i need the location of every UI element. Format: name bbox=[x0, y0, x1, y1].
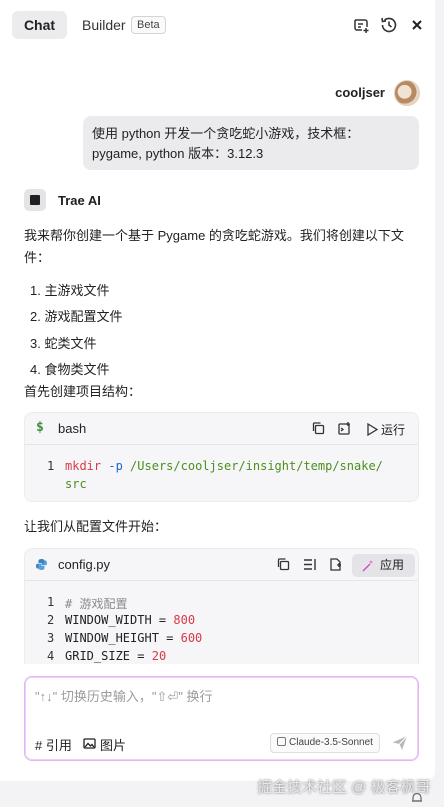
line-number: 3 bbox=[47, 631, 55, 645]
new-chat-icon[interactable] bbox=[351, 15, 371, 35]
line-number: 1 bbox=[47, 459, 55, 473]
model-selector[interactable]: Claude-3.5-Sonnet bbox=[270, 733, 380, 753]
code-token: = bbox=[151, 613, 174, 627]
list-item: 2. 游戏配置文件 bbox=[30, 309, 123, 324]
beta-badge: Beta bbox=[131, 16, 166, 34]
input-placeholder: "↑↓" 切换历史输入，"⇧⏎" 换行 bbox=[35, 689, 213, 704]
tab-builder[interactable]: Builder bbox=[82, 11, 126, 39]
apply-button[interactable]: 应用 bbox=[352, 554, 415, 577]
watermark: 掘金技术社区 @ 极客枫哥 bbox=[257, 779, 431, 796]
assistant-avatar bbox=[24, 189, 46, 211]
bash-code-block: $ bash 运行 1 mkdir -p /Users/cooljser/ins… bbox=[24, 412, 419, 502]
code-token: -p bbox=[108, 459, 123, 473]
code-token: = bbox=[130, 649, 152, 663]
magic-wand-icon bbox=[361, 558, 375, 572]
assistant-intro: 我来帮你创建一个基于 Pygame 的贪吃蛇游戏。我们将创建以下文 件： bbox=[24, 225, 419, 269]
run-button[interactable]: 运行 bbox=[381, 421, 405, 438]
history-icon[interactable] bbox=[379, 15, 399, 35]
code-token: 800 bbox=[173, 613, 196, 627]
code-line: src bbox=[65, 477, 87, 491]
code-token: WINDOW_HEIGHT bbox=[65, 631, 159, 645]
code-token: 600 bbox=[180, 631, 203, 645]
insert-terminal-icon[interactable] bbox=[337, 421, 352, 436]
list-item: 4. 食物类文件 bbox=[30, 362, 110, 377]
code-line: mkdir -p /Users/cooljser/insight/temp/sn… bbox=[65, 459, 383, 473]
code-line: WINDOW_WIDTH = 800 bbox=[65, 613, 195, 627]
insert-code-icon[interactable] bbox=[302, 557, 317, 572]
code-comment: # 游戏配置 bbox=[65, 597, 128, 611]
step-text: 首先创建项目结构： bbox=[24, 384, 142, 399]
reference-button[interactable]: # 引用 bbox=[35, 735, 72, 754]
line-number: 2 bbox=[47, 613, 55, 627]
model-icon bbox=[277, 737, 286, 746]
copy-icon[interactable] bbox=[311, 421, 326, 436]
assistant-intro-line: 件： bbox=[24, 250, 51, 265]
code-lang: bash bbox=[58, 421, 87, 436]
code-token: GRID_SIZE bbox=[65, 649, 131, 663]
panel-header: Chat Builder Beta bbox=[0, 0, 435, 50]
code-line: # 游戏配置 bbox=[65, 595, 127, 612]
code-line: WINDOW_HEIGHT = 600 bbox=[65, 631, 202, 645]
code-token: /Users/cooljser/insight/temp/snake/ bbox=[130, 459, 383, 473]
terminal-icon: $ bbox=[36, 420, 44, 435]
code-filename: config.py bbox=[58, 557, 111, 572]
send-icon[interactable] bbox=[391, 734, 409, 752]
image-icon[interactable] bbox=[83, 737, 96, 750]
code-token: 20 bbox=[151, 649, 167, 663]
chat-input[interactable]: "↑↓" 切换历史输入，"⇧⏎" 换行 # 引用 图片 Claude-3.5-S… bbox=[24, 676, 419, 761]
bell-icon[interactable] bbox=[410, 791, 424, 805]
code-token: mkdir bbox=[65, 459, 102, 473]
code-token: = bbox=[158, 631, 181, 645]
user-message-line: pygame, python 版本：3.12.3 bbox=[92, 146, 264, 161]
step-text: 让我们从配置文件开始： bbox=[24, 519, 168, 534]
run-icon[interactable] bbox=[365, 422, 380, 437]
user-name: cooljser bbox=[335, 85, 385, 100]
user-avatar bbox=[394, 80, 420, 106]
list-item: 1. 主游戏文件 bbox=[30, 283, 110, 298]
line-number: 4 bbox=[47, 649, 55, 663]
user-message: 使用 python 开发一个贪吃蛇小游戏，技术框： pygame, python… bbox=[83, 116, 419, 170]
code-line: GRID_SIZE = 20 bbox=[65, 649, 166, 663]
code-token: src bbox=[65, 477, 87, 491]
line-number: 1 bbox=[47, 595, 55, 609]
assistant-intro-line: 我来帮你创建一个基于 Pygame 的贪吃蛇游戏。我们将创建以下文 bbox=[24, 228, 404, 243]
copy-icon[interactable] bbox=[276, 557, 291, 572]
assistant-name: Trae AI bbox=[58, 193, 101, 208]
model-name: Claude-3.5-Sonnet bbox=[289, 737, 373, 748]
chat-panel: Chat Builder Beta cooljser 使用 python 开发一… bbox=[0, 0, 435, 781]
code-block-header: config.py 应用 bbox=[25, 549, 418, 581]
code-token: WINDOW_WIDTH bbox=[65, 613, 152, 627]
list-item: 3. 蛇类文件 bbox=[30, 336, 97, 351]
close-icon[interactable] bbox=[407, 15, 427, 35]
code-block-header: $ bash 运行 bbox=[25, 413, 418, 445]
add-file-icon[interactable] bbox=[328, 557, 343, 572]
tab-chat[interactable]: Chat bbox=[12, 11, 67, 39]
apply-label: 应用 bbox=[380, 558, 405, 572]
user-message-line: 使用 python 开发一个贪吃蛇小游戏，技术框： bbox=[92, 126, 360, 141]
python-icon bbox=[35, 558, 48, 571]
image-button[interactable]: 图片 bbox=[100, 735, 126, 754]
